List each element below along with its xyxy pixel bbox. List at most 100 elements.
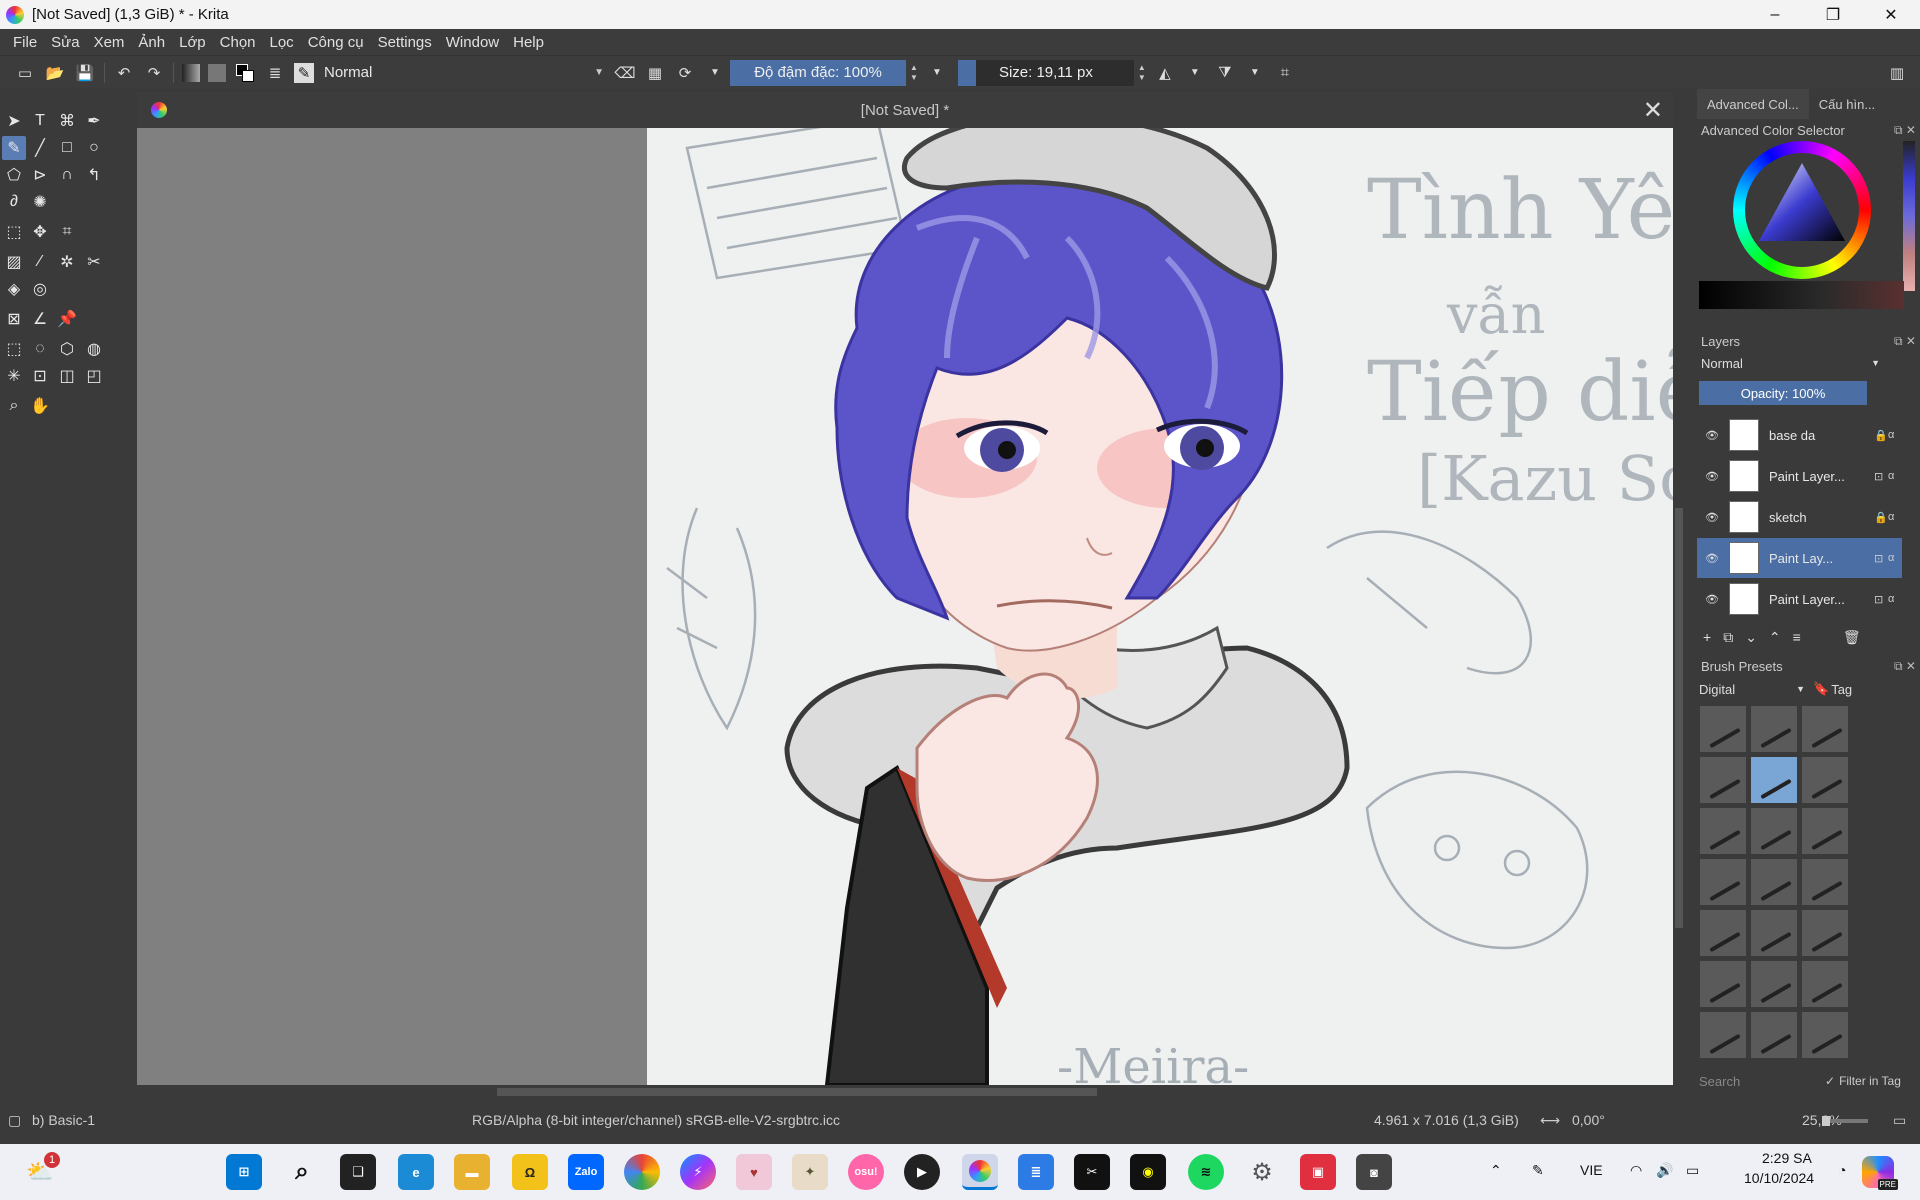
ellipse-tool-icon[interactable]: ○ [82,136,106,160]
chevron-down-icon[interactable]: ▼ [704,62,726,84]
visibility-eye-icon[interactable]: 👁 [1705,470,1719,483]
battery-icon[interactable]: ▭ [1686,1162,1699,1179]
move-tool-icon[interactable]: ✥ [28,220,52,244]
media-player-icon[interactable]: ▶ [904,1154,940,1190]
freehand-brush-tool-icon[interactable]: ✎ [2,136,26,160]
layer-row[interactable]: 👁 Paint Lay... ⊡ α [1697,538,1902,578]
tab-advanced-color[interactable]: Advanced Col... [1697,89,1809,119]
brush-preset-thumbnail[interactable] [1801,807,1849,855]
brush-preset-thumbnail[interactable] [1699,960,1747,1008]
brush-preset-thumbnail[interactable] [1699,909,1747,957]
restore-button[interactable]: ❐ [1804,0,1862,29]
menu-filter[interactable]: Lọc [263,34,301,51]
clock-time[interactable]: 2:29 SA [1762,1150,1812,1166]
wifi-icon[interactable]: ◠ [1630,1162,1642,1179]
brush-preset-thumbnail[interactable] [1750,705,1798,753]
brush-preset-thumbnail[interactable] [1699,1011,1747,1059]
messenger-icon[interactable]: ⚡ [680,1154,716,1190]
unlock-icon[interactable]: ⊡ [1874,593,1888,606]
task-view-icon[interactable]: ❑ [340,1154,376,1190]
menu-select[interactable]: Chọn [213,34,263,51]
panel-float-close-icons[interactable]: ⧉ ✕ [1894,334,1916,349]
gradient-icon[interactable] [182,63,200,82]
edit-shape-tool-icon[interactable]: ⌘ [55,109,79,133]
menu-window[interactable]: Window [439,34,506,51]
size-slider[interactable]: Size: 19,11 px [957,59,1134,86]
zoom-tool-icon[interactable]: ⌕ [2,394,26,418]
spotify-icon[interactable]: ≋ [1188,1154,1224,1190]
preserve-alpha-icon[interactable]: ▦ [644,62,666,84]
brush-tag-select[interactable]: Digital ▼ [1699,679,1809,699]
game-app-icon[interactable]: ♥ [736,1154,772,1190]
chevron-down-icon[interactable]: ▼ [1244,62,1266,84]
app-icon[interactable]: ◉ [1130,1154,1166,1190]
select-shape-tool-icon[interactable]: ➤ [2,109,26,133]
brush-preset-thumbnail[interactable] [1801,909,1849,957]
rectangle-tool-icon[interactable]: □ [55,136,79,160]
wrap-around-icon[interactable]: ⌗ [1274,62,1296,84]
transform-tool-icon[interactable]: ⬚ [2,220,26,244]
dynamic-brush-tool-icon[interactable]: ∂ [2,190,26,214]
filter-in-tag-checkbox[interactable]: ✓ Filter in Tag [1825,1071,1920,1091]
layer-blend-select[interactable]: Normal ▼ [1699,353,1884,373]
freehand-select-tool-icon[interactable]: ◍ [82,337,106,361]
alpha-lock-icon[interactable]: α [1888,511,1902,523]
menu-help[interactable]: Help [506,34,551,51]
alpha-lock-icon[interactable]: α [1888,470,1902,482]
layer-properties-icon[interactable]: ≡ [1793,629,1801,649]
osu-icon[interactable]: osu! [848,1154,884,1190]
ellipse-select-tool-icon[interactable]: ◌ [28,337,52,361]
tag-button[interactable]: 🔖 Tag [1813,679,1852,699]
zoom-slider[interactable] [1822,1116,1868,1126]
enclose-fill-tool-icon[interactable]: ◎ [28,277,52,301]
measure-tool-icon[interactable]: ∠ [28,307,52,331]
brush-preset-thumbnail[interactable] [1699,858,1747,906]
blend-mode-select[interactable]: Normal ▼ [318,60,610,85]
tab-tool-options[interactable]: Cấu hìn... [1809,89,1885,119]
file-explorer-icon[interactable]: ▬ [454,1154,490,1190]
unlock-icon[interactable]: ⊡ [1874,470,1888,483]
reference-tool-icon[interactable]: 📌 [55,307,79,331]
color-picker-tool-icon[interactable]: ⁄ [28,250,52,274]
document-tab[interactable]: [Not Saved] * ✕ [137,92,1673,128]
app-icon[interactable]: ▣ [1300,1154,1336,1190]
pattern-icon[interactable] [208,63,226,82]
brush-preset-thumbnail[interactable] [1750,858,1798,906]
multibrush-tool-icon[interactable]: ✺ [28,190,52,214]
mirror-horizontal-icon[interactable]: ◭ [1154,62,1176,84]
brush-preset-thumbnail[interactable] [1801,705,1849,753]
status-rotation[interactable]: 0,00° [1572,1112,1605,1128]
minimize-button[interactable]: – [1746,0,1804,29]
visibility-eye-icon[interactable]: 👁 [1705,593,1719,606]
brush-preset-thumbnail[interactable] [1699,756,1747,804]
visibility-eye-icon[interactable]: 👁 [1705,511,1719,524]
text-tool-icon[interactable]: T [28,109,52,133]
brush-preset-thumbnail[interactable] [1699,705,1747,753]
smart-patch-tool-icon[interactable]: ✂ [82,250,106,274]
search-icon[interactable]: ⌕ [284,1154,320,1190]
add-layer-icon[interactable]: + [1703,629,1711,649]
chevron-down-icon[interactable]: ▼ [1184,62,1206,84]
size-spinner[interactable]: ▲ ▼ [1138,63,1146,83]
workspace-icon[interactable]: ▥ [1886,62,1908,84]
chrome-icon[interactable] [624,1154,660,1190]
bezier-tool-icon[interactable]: ∩ [55,163,79,187]
menu-file[interactable]: File [6,34,44,51]
menu-image[interactable]: Ảnh [131,34,172,51]
brush-preset-thumbnail[interactable] [1801,756,1849,804]
lock-icon[interactable]: 🔒 [1874,511,1888,524]
move-layer-up-icon[interactable]: ⌃ [1769,629,1781,649]
drawing-canvas[interactable]: Tình Yêu vẫn Tiếp diễn [Kazu Scaro -Meii… [647,128,1673,1085]
color-triangle[interactable] [1733,141,1871,279]
language-indicator[interactable]: VIE [1580,1162,1603,1178]
menu-edit[interactable]: Sửa [44,34,86,51]
close-window-button[interactable]: ✕ [1862,0,1920,29]
eraser-icon[interactable]: ⌫ [614,62,636,84]
scroll-thumb[interactable] [1675,508,1683,928]
app-icon[interactable]: Ω [512,1154,548,1190]
layer-row[interactable]: 👁 base da 🔒 α [1697,415,1902,455]
horizontal-scrollbar[interactable] [137,1085,1673,1099]
polygon-select-tool-icon[interactable]: ⬡ [55,337,79,361]
reload-preset-icon[interactable]: ⟳ [674,62,696,84]
notepad-icon[interactable]: ≣ [1018,1154,1054,1190]
